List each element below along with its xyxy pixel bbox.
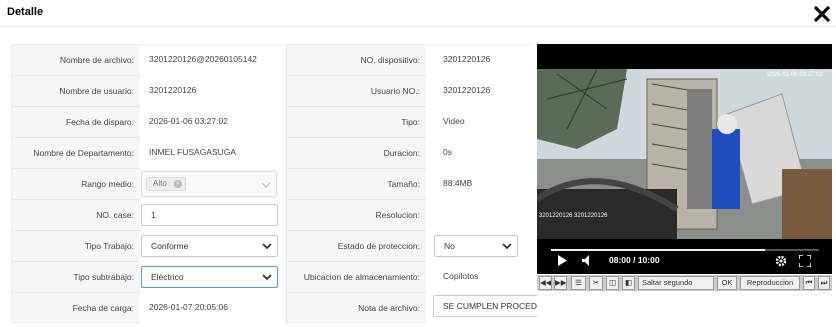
file-name-value: 3201220126@20260105142	[149, 54, 257, 64]
volume-icon[interactable]	[582, 255, 593, 266]
close-icon[interactable]	[812, 4, 832, 24]
form-row: Tipo Trabajo: Conforme Estado de protecc…	[12, 231, 532, 262]
type-label: Tipo:	[401, 117, 420, 127]
remove-tag-icon[interactable]: ×	[173, 180, 182, 188]
detail-form: Nombre de archivo: 3201220126@2026010514…	[11, 44, 532, 324]
video-controls: 08:00 / 10:00	[537, 247, 832, 271]
svg-text:3201220126 3201220126: 3201220126 3201220126	[539, 213, 608, 219]
playback-button[interactable]: Reproduccion	[740, 276, 800, 290]
frame-icon[interactable]: ◧	[622, 276, 635, 290]
size-value: 88.4MB	[443, 178, 473, 188]
resolution-label: Resolucion:	[375, 210, 420, 220]
player-toolbar: ◀◀ ▶▶ ☰ ✂ ◫ ◧ Saltar segundo OK Reproduc…	[537, 275, 832, 291]
list-icon[interactable]: ☰	[571, 276, 586, 290]
play-icon[interactable]	[557, 255, 567, 266]
rewind-icon[interactable]: ◀◀	[539, 276, 552, 290]
chevron-down-icon	[261, 182, 271, 188]
skip-seconds-input[interactable]: Saltar segundo	[638, 276, 714, 290]
duration-label: Duracion:	[383, 148, 420, 158]
work-type-select[interactable]: Conforme	[141, 235, 278, 257]
protection-value: No	[444, 241, 455, 251]
subwork-type-select[interactable]: Eléctrico	[141, 266, 278, 288]
form-row: Fecha de disparo: 2026-01-06 03:27:02 Ti…	[12, 107, 532, 138]
department-value: INMEL FUSAGASUGA	[149, 147, 237, 157]
storage-location-value: Copilotos	[443, 271, 479, 281]
resolution-value	[443, 200, 527, 231]
form-row: Tipo subtrabajo: Eléctrico Ubicacion de …	[12, 262, 532, 293]
time-display: 08:00 / 10:00	[609, 255, 660, 265]
range-multiselect[interactable]: Alto ×	[141, 171, 277, 197]
shot-date-label: Fecha de disparo:	[65, 117, 134, 127]
form-row: Rango medio: Alto × Tamaño: 88.4MB	[12, 169, 532, 200]
case-no-input[interactable]: 1	[141, 204, 278, 226]
size-label: Tamaño:	[387, 179, 420, 189]
user-no-label: Usuario NO.:	[370, 86, 420, 96]
svg-text:2026-01-06 03:27:02: 2026-01-06 03:27:02	[767, 72, 823, 78]
dialog-title: Detalle	[7, 6, 44, 18]
form-row: Nombre de usuario: 3201220126 Usuario NO…	[12, 76, 532, 107]
chevron-down-icon	[262, 274, 272, 281]
type-value: Video	[443, 116, 465, 126]
fast-forward-icon[interactable]: ▶▶	[554, 276, 567, 290]
file-note-label: Nota de archivo:	[358, 303, 420, 313]
settings-gear-icon[interactable]	[775, 255, 787, 267]
work-type-label: Tipo Trabajo:	[84, 241, 134, 251]
case-no-value: 1	[151, 210, 156, 220]
progress-bar[interactable]	[551, 249, 819, 251]
step-forward-icon[interactable]: ⏭	[818, 276, 830, 290]
subwork-type-label: Tipo subtrabajo:	[73, 272, 134, 282]
user-no-value: 3201220126	[443, 85, 491, 95]
form-row: Nombre de archivo: 3201220126@2026010514…	[12, 45, 532, 76]
scissors-icon[interactable]: ✂	[589, 276, 603, 290]
protection-select[interactable]: No	[434, 235, 518, 257]
form-row: NO. case: 1 Resolucion:	[12, 200, 532, 231]
range-tag: Alto ×	[146, 177, 186, 191]
step-back-icon[interactable]: ⏮	[803, 276, 815, 290]
case-no-label: NO. case:	[96, 210, 134, 220]
subwork-type-value: Eléctrico	[151, 272, 184, 282]
form-row: Nombre de Departamento: INMEL FUSAGASUGA…	[12, 138, 532, 169]
device-no-value: 3201220126	[443, 54, 491, 64]
user-name-label: Nombre de usuario:	[59, 86, 134, 96]
fullscreen-icon[interactable]	[799, 255, 811, 267]
chevron-down-icon	[502, 243, 512, 250]
department-label: Nombre de Departamento:	[33, 148, 134, 158]
range-tag-label: Alto	[153, 179, 167, 188]
work-type-value: Conforme	[151, 241, 189, 251]
ok-button[interactable]: OK	[717, 276, 737, 290]
shot-date-value: 2026-01-06 03:27:02	[149, 116, 228, 126]
duration-value: 0s	[443, 147, 452, 157]
video-image: 2026-01-06 03:27:02 3201220126 320122012…	[537, 69, 832, 239]
storage-location-label: Ubicacion de almacenamiento:	[303, 272, 420, 282]
upload-date-label: Fecha de carga:	[72, 303, 134, 313]
range-label: Rango medio:	[81, 179, 134, 189]
user-name-value: 3201220126	[149, 85, 197, 95]
device-no-label: NO. dispositivo:	[360, 55, 420, 65]
file-name-label: Nombre de archivo:	[59, 55, 134, 65]
video-frame[interactable]: 2026-01-06 03:27:02 3201220126 320122012…	[537, 44, 832, 274]
chevron-down-icon	[262, 243, 272, 250]
clip-icon[interactable]: ◫	[606, 276, 619, 290]
protection-label: Estado de proteccion:	[337, 241, 420, 251]
upload-date-value: 2026-01-07 20:05:06	[149, 302, 228, 312]
dialog-header: Detalle	[0, 0, 836, 27]
